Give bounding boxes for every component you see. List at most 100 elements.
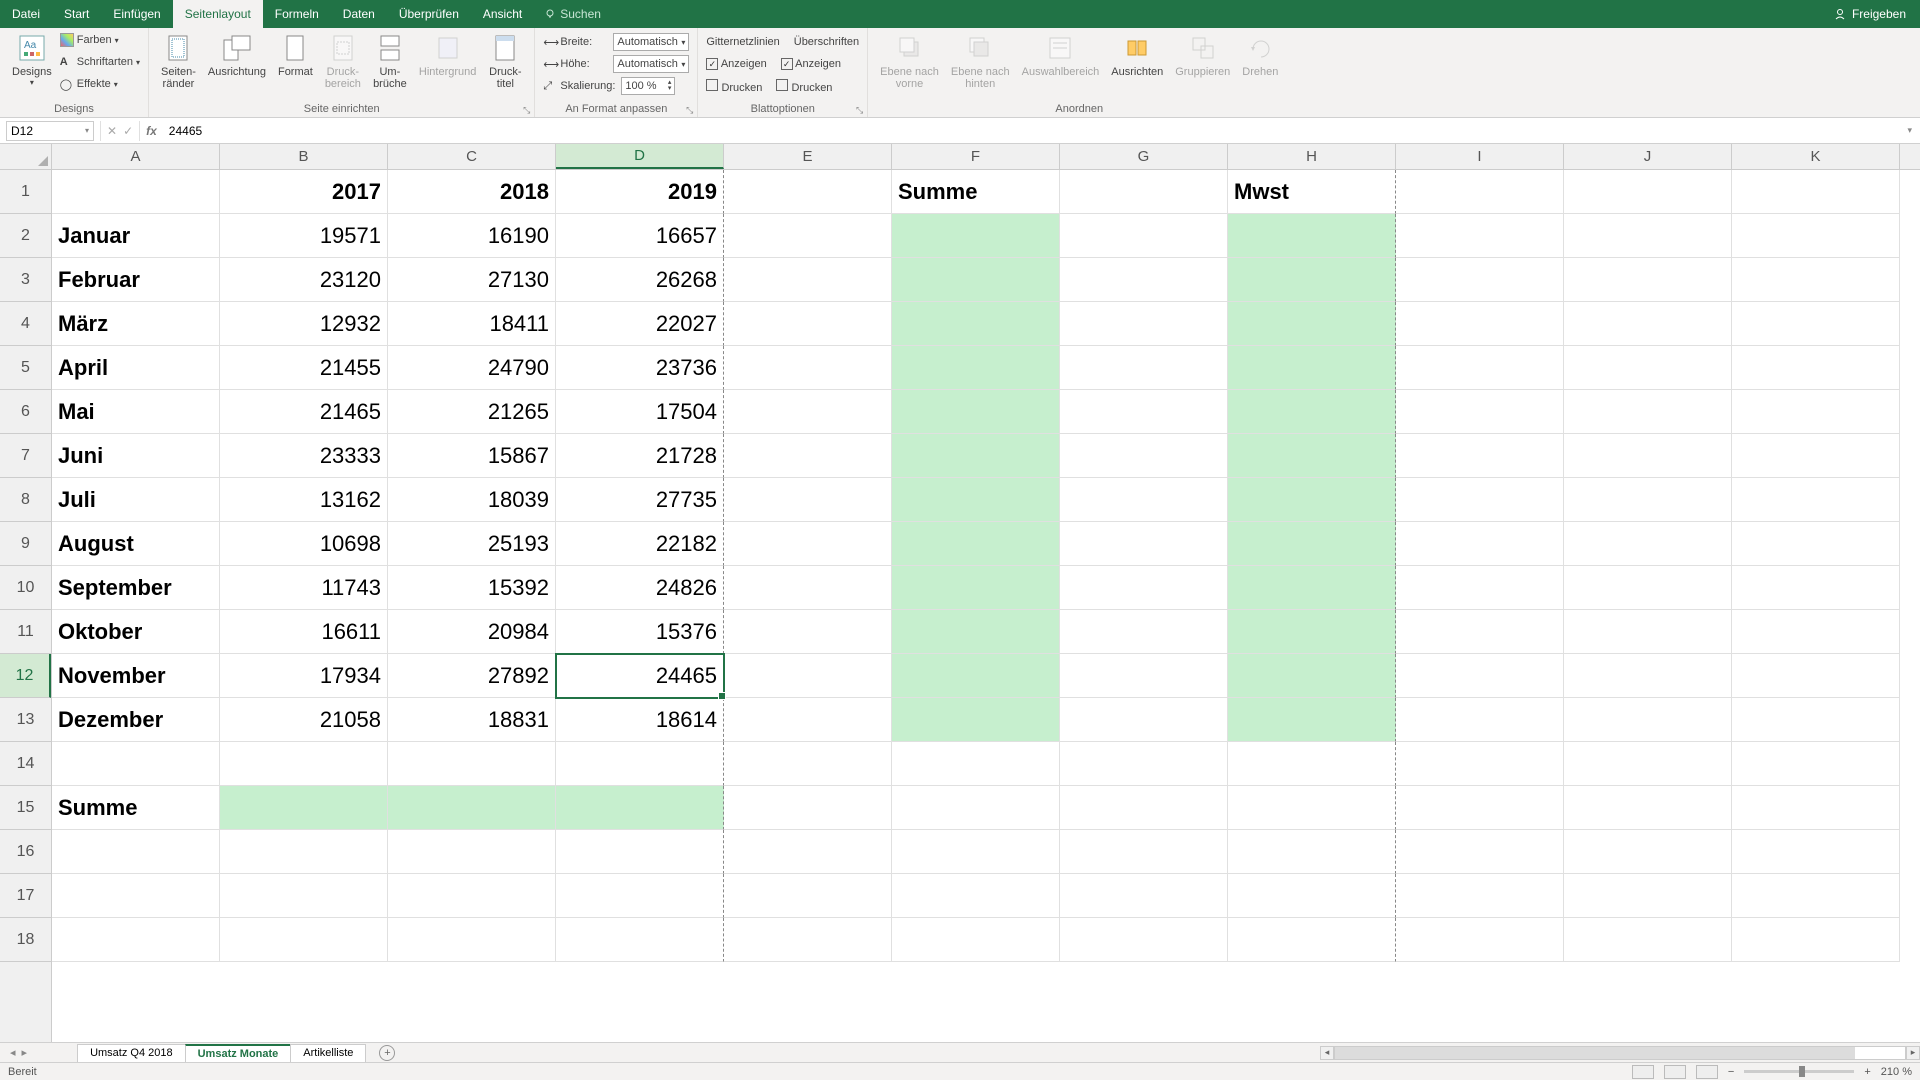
cell[interactable]: Mai [52,390,220,434]
cell[interactable] [892,786,1060,830]
row-header-7[interactable]: 7 [0,434,51,478]
cell[interactable] [1060,346,1228,390]
row-header-14[interactable]: 14 [0,742,51,786]
send-backward-button[interactable]: Ebene nach hinten [947,30,1014,92]
cell[interactable] [724,434,892,478]
cell[interactable] [724,742,892,786]
view-page-break-button[interactable] [1696,1065,1718,1079]
row-header-1[interactable]: 1 [0,170,51,214]
cell[interactable]: 15392 [388,566,556,610]
name-box[interactable]: D12▾ [6,121,94,141]
gridlines-print-check[interactable] [706,79,718,91]
size-button[interactable]: Format [274,30,317,80]
cell[interactable]: 19571 [220,214,388,258]
horizontal-scrollbar[interactable]: ◂▸ [1320,1046,1920,1060]
print-area-button[interactable]: Druck- bereich [321,30,365,92]
cell[interactable] [1228,610,1396,654]
rotate-button[interactable]: Drehen [1238,30,1282,80]
cell[interactable] [724,698,892,742]
cell[interactable]: 27130 [388,258,556,302]
col-header-H[interactable]: H [1228,144,1396,169]
cell[interactable] [220,874,388,918]
cell[interactable]: Summe [52,786,220,830]
cell[interactable]: 15376 [556,610,724,654]
cell[interactable] [1396,698,1564,742]
cell[interactable] [52,874,220,918]
cell[interactable] [1396,258,1564,302]
cell[interactable]: 21058 [220,698,388,742]
cell[interactable] [1228,654,1396,698]
cell[interactable]: Januar [52,214,220,258]
cell[interactable]: 23120 [220,258,388,302]
cell[interactable] [1396,522,1564,566]
cell[interactable] [1732,170,1900,214]
select-all-corner[interactable] [0,144,52,170]
cell[interactable] [556,874,724,918]
cell[interactable]: 21455 [220,346,388,390]
enter-icon[interactable]: ✓ [123,124,133,138]
cell[interactable] [220,786,388,830]
cell[interactable] [724,258,892,302]
menu-ansicht[interactable]: Ansicht [471,0,534,28]
cell[interactable]: 2018 [388,170,556,214]
cell[interactable] [892,346,1060,390]
cell[interactable] [388,874,556,918]
cancel-icon[interactable]: ✕ [107,124,117,138]
cell[interactable] [724,874,892,918]
cell[interactable] [388,786,556,830]
col-header-E[interactable]: E [724,144,892,169]
cell[interactable]: 20984 [388,610,556,654]
cell[interactable] [220,918,388,962]
cell[interactable] [1564,786,1732,830]
row-header-10[interactable]: 10 [0,566,51,610]
cell[interactable] [892,434,1060,478]
cell[interactable] [556,830,724,874]
cell[interactable] [1564,918,1732,962]
row-header-4[interactable]: 4 [0,302,51,346]
cell[interactable] [556,786,724,830]
margins-button[interactable]: Seiten- ränder [157,30,200,92]
cell[interactable] [1564,258,1732,302]
cell[interactable] [1060,830,1228,874]
col-header-A[interactable]: A [52,144,220,169]
cell[interactable] [1732,346,1900,390]
cell[interactable]: 24826 [556,566,724,610]
cell[interactable]: August [52,522,220,566]
col-header-K[interactable]: K [1732,144,1900,169]
cell[interactable] [724,302,892,346]
cell[interactable] [52,830,220,874]
cell[interactable] [1396,434,1564,478]
width-combo[interactable]: Automatisch▾ [613,33,689,51]
cell[interactable] [724,522,892,566]
cell[interactable] [724,214,892,258]
cell[interactable]: 22182 [556,522,724,566]
headings-print-check[interactable] [776,79,788,91]
cell[interactable] [892,214,1060,258]
row-header-9[interactable]: 9 [0,522,51,566]
cell[interactable] [1564,566,1732,610]
cell[interactable] [1732,610,1900,654]
sheet-tab[interactable]: Artikelliste [290,1044,366,1062]
cell[interactable] [388,742,556,786]
col-header-D[interactable]: D [556,144,724,169]
cell[interactable] [1732,302,1900,346]
tell-me-search[interactable]: Suchen [534,7,611,21]
cell[interactable]: 2019 [556,170,724,214]
scale-spinner[interactable]: 100 %▴▾ [621,77,675,95]
cell[interactable] [1396,302,1564,346]
cell[interactable] [1228,346,1396,390]
cell[interactable]: 17934 [220,654,388,698]
row-header-16[interactable]: 16 [0,830,51,874]
gridlines-view-check[interactable]: ✓ [706,58,718,70]
cell[interactable]: Oktober [52,610,220,654]
cell[interactable] [1060,214,1228,258]
cell[interactable] [724,170,892,214]
themes-button[interactable]: Aa Designs▾ [8,30,56,89]
selection-pane-button[interactable]: Auswahlbereich [1018,30,1104,80]
cell[interactable] [1060,434,1228,478]
cell[interactable] [1564,434,1732,478]
cell[interactable] [724,478,892,522]
cell[interactable]: 21728 [556,434,724,478]
print-titles-button[interactable]: Druck- titel [484,30,526,92]
cell[interactable] [1228,566,1396,610]
